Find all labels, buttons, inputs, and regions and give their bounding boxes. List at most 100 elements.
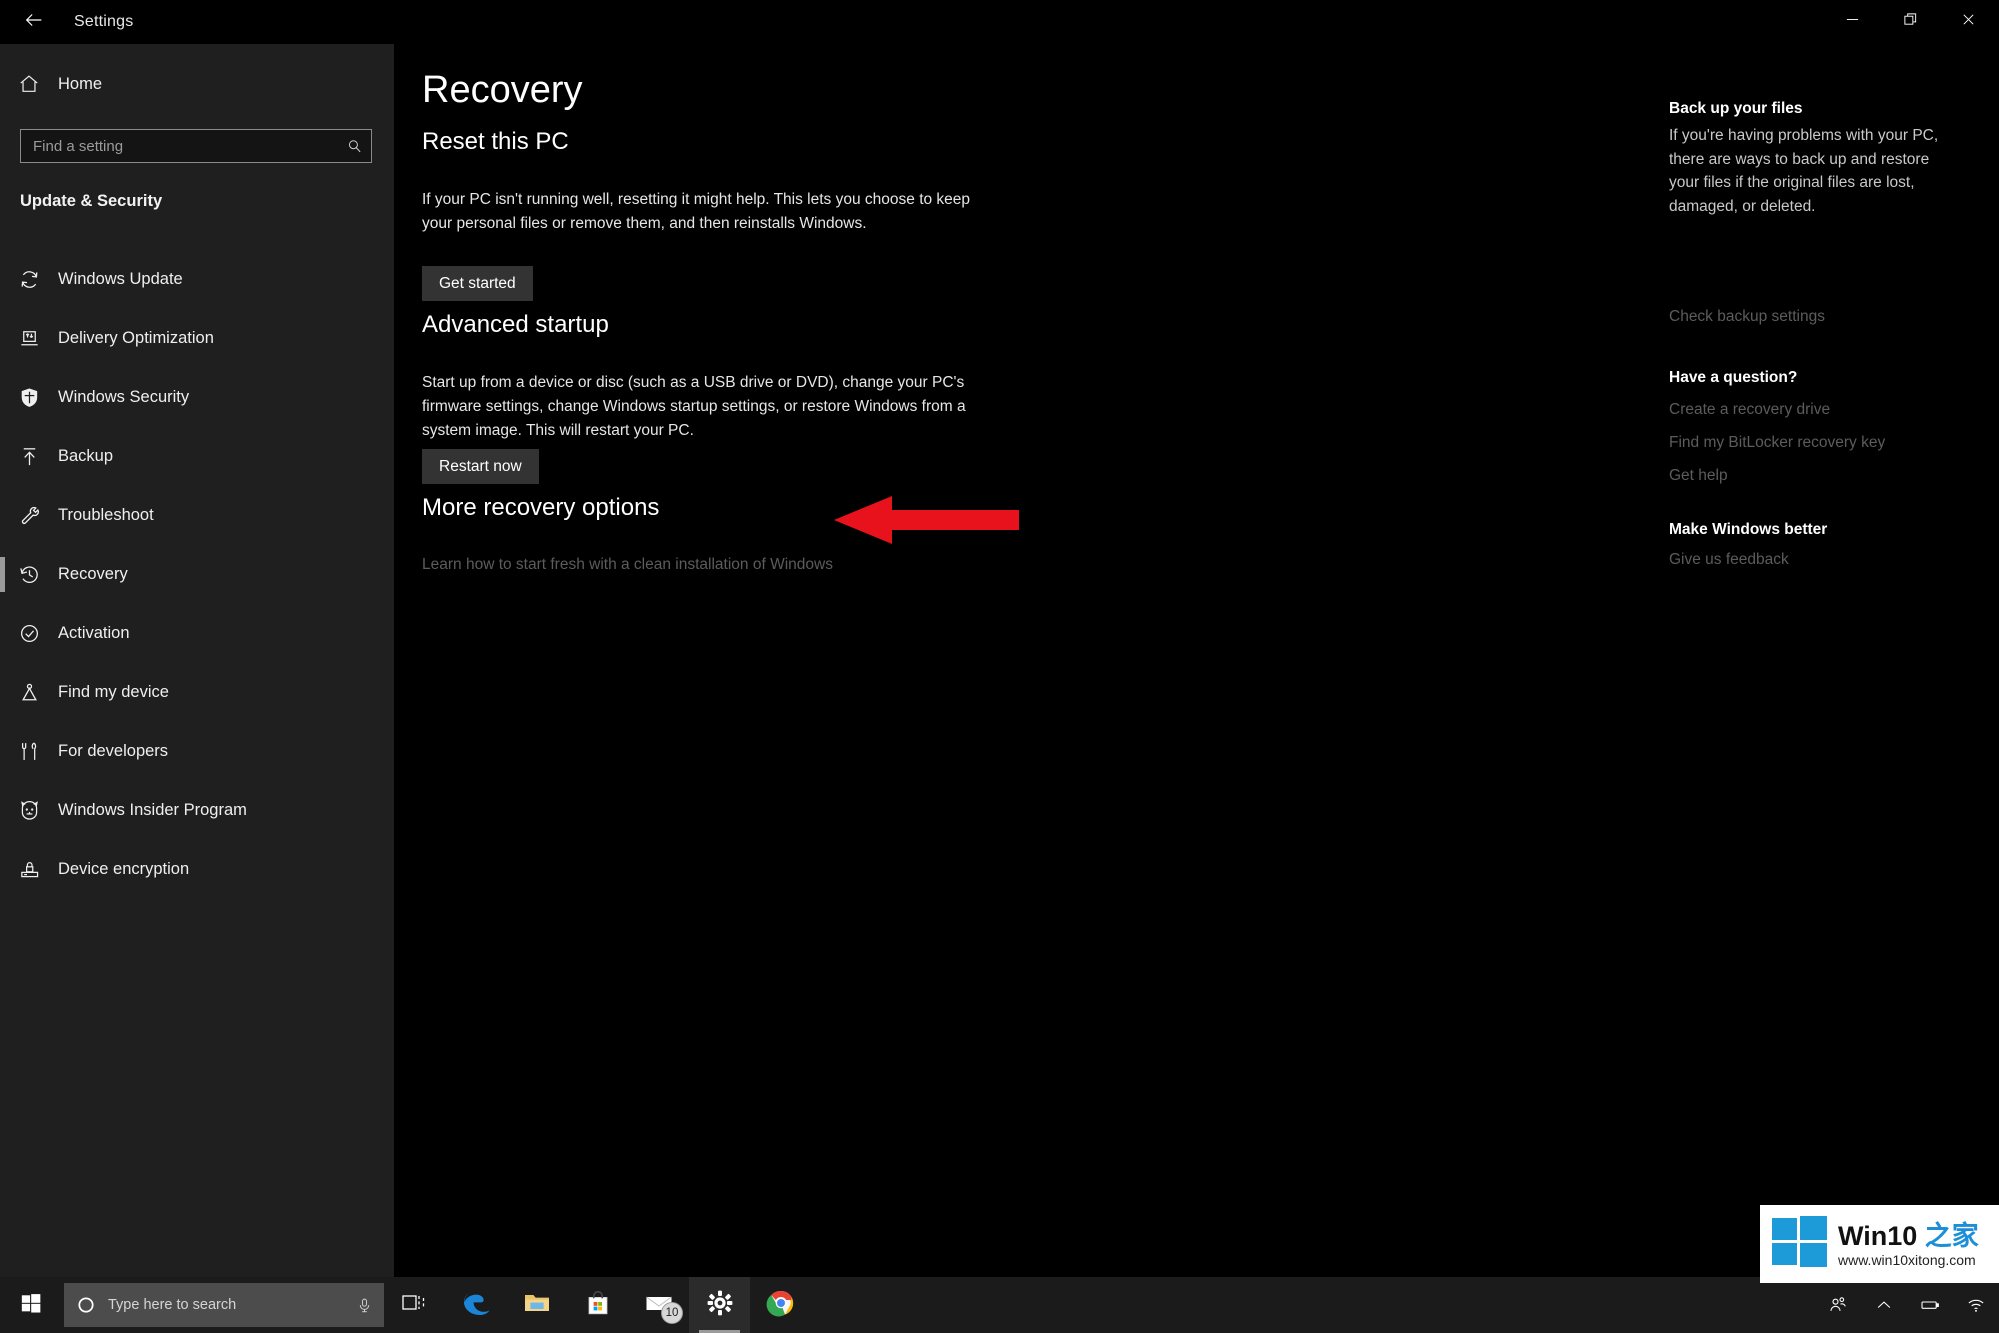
- history-clock-icon: [0, 563, 58, 586]
- close-button[interactable]: [1939, 0, 1997, 44]
- sidebar-item-windows-update[interactable]: Windows Update: [0, 250, 394, 309]
- sidebar-item-for-developers[interactable]: For developers: [0, 722, 394, 781]
- window-title: Settings: [74, 13, 134, 30]
- page-title: Recovery: [422, 69, 583, 111]
- red-arrow-annotation-icon: [834, 496, 1019, 544]
- section-body-advanced-startup: Start up from a device or disc (such as …: [422, 374, 966, 439]
- section-heading-advanced-startup: Advanced startup: [422, 311, 609, 338]
- start-button[interactable]: [0, 1277, 62, 1333]
- get-started-button[interactable]: Get started: [422, 266, 533, 301]
- minimize-icon: [1845, 12, 1860, 32]
- sidebar-item-label: Troubleshoot: [58, 506, 154, 524]
- sidebar-item-label: Activation: [58, 624, 130, 642]
- selection-indicator: [0, 793, 5, 828]
- cortana-circle-icon[interactable]: [64, 1295, 108, 1315]
- selection-indicator: [0, 675, 5, 710]
- taskbar-app-store[interactable]: [567, 1277, 628, 1333]
- maximize-button[interactable]: [1881, 0, 1939, 44]
- tools-icon: [0, 740, 58, 763]
- close-icon: [1961, 12, 1976, 32]
- selection-indicator: [0, 262, 5, 297]
- right-panel-heading-make-windows-better: Make Windows better: [1669, 521, 1828, 538]
- sidebar-item-home[interactable]: Home: [0, 60, 394, 108]
- taskbar-app-mail[interactable]: 10: [628, 1277, 689, 1333]
- selection-indicator: [0, 380, 5, 415]
- taskbar-search-input[interactable]: Type here to search: [64, 1283, 384, 1327]
- back-button[interactable]: [6, 0, 62, 44]
- give-us-feedback-link[interactable]: Give us feedback: [1669, 543, 1789, 576]
- sidebar-home-label: Home: [58, 74, 103, 93]
- sidebar-item-label: Windows Insider Program: [58, 801, 247, 819]
- sidebar-item-delivery-optimization[interactable]: Delivery Optimization: [0, 309, 394, 368]
- show-hidden-icons-chevron-up-icon[interactable]: [1861, 1277, 1907, 1333]
- watermark-url: www.win10xitong.com: [1838, 1251, 1976, 1268]
- taskbar: Type here to search 10: [0, 1277, 1999, 1333]
- microphone-icon[interactable]: [344, 1297, 384, 1314]
- delivery-icon: [0, 327, 58, 350]
- store-bag-icon: [583, 1288, 613, 1323]
- sidebar-item-backup[interactable]: Backup: [0, 427, 394, 486]
- settings-sidebar: Home Find a setting Update & Security Wi…: [0, 0, 394, 1277]
- section-body-reset-this-pc: If your PC isn't running well, resetting…: [422, 191, 971, 232]
- refresh-icon: [0, 268, 58, 291]
- sidebar-item-windows-security[interactable]: Windows Security: [0, 368, 394, 427]
- sidebar-category-title: Update & Security: [20, 192, 163, 210]
- find-bitlocker-key-link[interactable]: Find my BitLocker recovery key: [1669, 426, 1885, 459]
- site-watermark: Win10 之家 www.win10xitong.com: [1760, 1205, 1999, 1283]
- sidebar-nav: Windows Update Delivery Optimization Win…: [0, 250, 394, 899]
- sidebar-item-label: Windows Security: [58, 388, 190, 406]
- battery-icon[interactable]: [1907, 1277, 1953, 1333]
- sidebar-item-windows-insider-program[interactable]: Windows Insider Program: [0, 781, 394, 840]
- section-heading-more-recovery-options: More recovery options: [422, 494, 660, 521]
- windows-start-icon: [20, 1292, 42, 1319]
- restore-icon: [1903, 12, 1918, 32]
- sidebar-item-label: For developers: [58, 742, 169, 760]
- search-icon[interactable]: [337, 138, 371, 155]
- folder-icon: [522, 1288, 552, 1323]
- sidebar-item-troubleshoot[interactable]: Troubleshoot: [0, 486, 394, 545]
- task-view-icon: [400, 1288, 430, 1323]
- sidebar-item-device-encryption[interactable]: Device encryption: [0, 840, 394, 899]
- shield-icon: [0, 386, 58, 409]
- upload-arrow-icon: [0, 445, 58, 468]
- wrench-icon: [0, 504, 58, 527]
- windows-logo-icon: [1770, 1214, 1830, 1275]
- sidebar-item-activation[interactable]: Activation: [0, 604, 394, 663]
- restart-now-button[interactable]: Restart now: [422, 449, 539, 484]
- right-panel-body-backup: If you're having problems with your PC, …: [1669, 127, 1939, 215]
- wifi-icon[interactable]: [1953, 1277, 1999, 1333]
- selection-indicator: [0, 321, 5, 356]
- search-setting-input[interactable]: Find a setting: [20, 129, 372, 163]
- search-placeholder: Find a setting: [33, 137, 124, 155]
- back-arrow-icon: [23, 9, 45, 36]
- insider-cat-icon: [0, 799, 58, 822]
- selection-indicator: [0, 852, 5, 887]
- sidebar-item-label: Find my device: [58, 683, 169, 701]
- check-backup-settings-link[interactable]: Check backup settings: [1669, 300, 1825, 333]
- sidebar-item-recovery[interactable]: Recovery: [0, 545, 394, 604]
- taskbar-app-chrome[interactable]: [750, 1277, 811, 1333]
- sidebar-item-label: Device encryption: [58, 860, 190, 878]
- sidebar-item-label: Windows Update: [58, 270, 183, 288]
- home-icon: [0, 73, 58, 95]
- people-tray-icon[interactable]: [1815, 1277, 1861, 1333]
- taskbar-app-settings[interactable]: [689, 1277, 750, 1333]
- taskbar-app-edge[interactable]: [445, 1277, 506, 1333]
- selection-indicator: [0, 439, 5, 474]
- taskbar-app-file-explorer[interactable]: [506, 1277, 567, 1333]
- sidebar-item-label: Delivery Optimization: [58, 329, 214, 347]
- edge-icon: [461, 1288, 491, 1323]
- location-pin-icon: [0, 681, 58, 704]
- gear-icon: [705, 1288, 735, 1323]
- sidebar-item-label: Recovery: [58, 565, 128, 583]
- watermark-brand-cn: 之家: [1924, 1220, 1979, 1251]
- minimize-button[interactable]: [1823, 0, 1881, 44]
- sidebar-item-label: Backup: [58, 447, 114, 465]
- get-help-link[interactable]: Get help: [1669, 459, 1885, 492]
- taskbar-app-task-view[interactable]: [384, 1277, 445, 1333]
- start-fresh-link[interactable]: Learn how to start fresh with a clean in…: [422, 556, 833, 574]
- sidebar-item-find-my-device[interactable]: Find my device: [0, 663, 394, 722]
- create-recovery-drive-link[interactable]: Create a recovery drive: [1669, 393, 1885, 426]
- section-heading-reset-this-pc: Reset this PC: [422, 128, 569, 155]
- check-circle-icon: [0, 622, 58, 645]
